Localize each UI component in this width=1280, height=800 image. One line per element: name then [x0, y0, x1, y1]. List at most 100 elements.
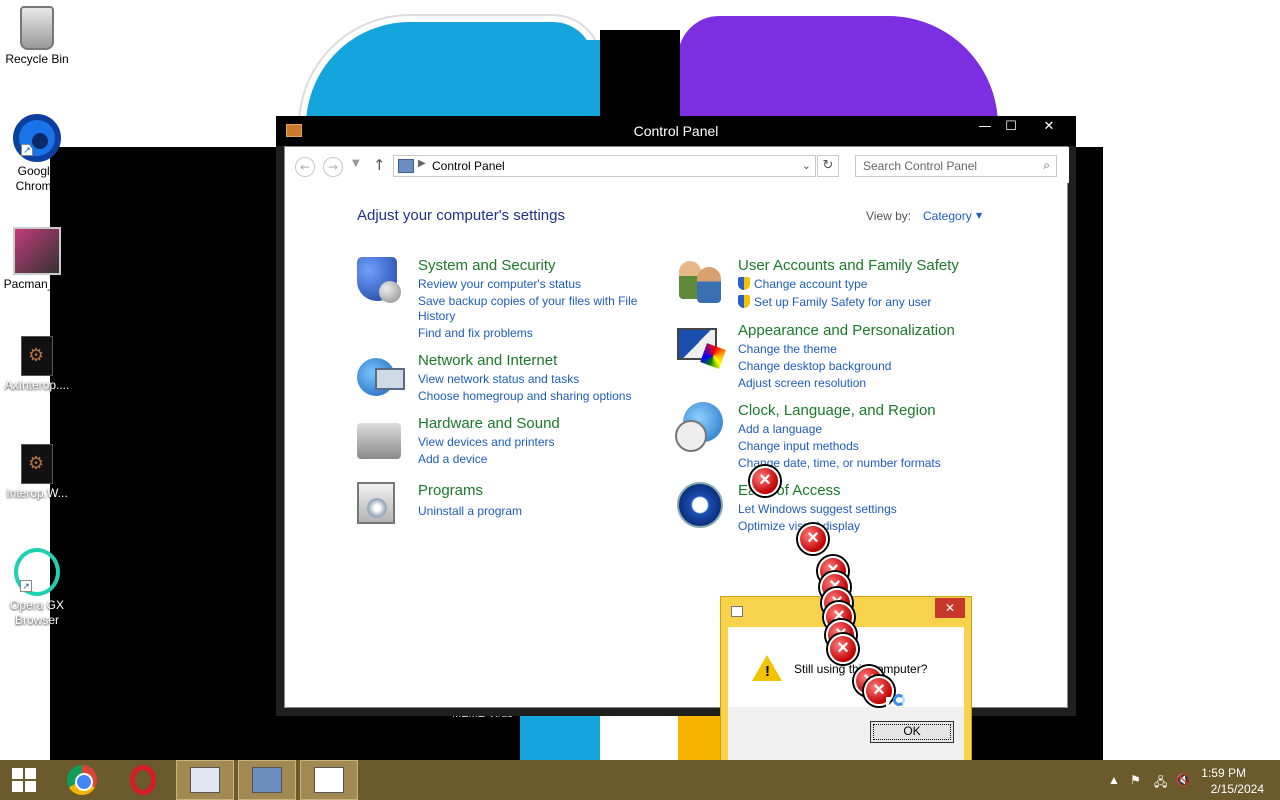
view-by-dropdown[interactable]: Category: [923, 209, 972, 223]
chevron-down-icon[interactable]: ▼: [976, 211, 982, 220]
category-link[interactable]: View devices and printers: [418, 435, 555, 450]
recycle-bin-icon: [20, 6, 54, 50]
category-link[interactable]: Adjust screen resolution: [738, 376, 866, 391]
desktop-icon-label: Recycle Bin: [5, 52, 69, 66]
ease-of-access-icon: [677, 482, 723, 528]
desktop-icon-chrome[interactable]: ↗ Google Chrome: [0, 114, 74, 194]
view-by-label: View by:: [866, 209, 912, 223]
action-center-flag-icon[interactable]: ⚑: [1130, 773, 1141, 787]
dialog-close-button[interactable]: ✕: [935, 598, 965, 618]
category-link[interactable]: Change input methods: [738, 439, 859, 454]
clock-globe-icon: [675, 402, 723, 452]
desktop-icon-recycle-bin[interactable]: Recycle Bin: [0, 6, 74, 67]
category-link[interactable]: Review your computer's status: [418, 277, 581, 292]
category-title[interactable]: System and Security: [418, 257, 556, 274]
printer-icon: [357, 423, 401, 459]
busy-spinner-icon: [893, 694, 905, 706]
category-link[interactable]: Choose homegroup and sharing options: [418, 389, 631, 404]
up-arrow-icon[interactable]: ↑: [373, 156, 386, 174]
category-link[interactable]: Set up Family Safety for any user: [738, 295, 931, 310]
taskbar: ▲ ⚑ 🖧 🔇 1:59 PM 2/15/2024: [0, 760, 1280, 800]
shortcut-arrow-icon: ↗: [20, 580, 32, 592]
window-titlebar[interactable]: Control Panel — ☐ ✕: [276, 116, 1076, 146]
ok-button[interactable]: OK: [870, 721, 954, 743]
search-box[interactable]: ⌕: [855, 155, 1057, 177]
desktop-icon-label: Interop.W...: [6, 486, 68, 500]
desktop-icon-label: Pacman_s...: [3, 277, 71, 291]
maximize-button[interactable]: ☐: [996, 116, 1026, 138]
chevron-down-icon[interactable]: ⌄: [802, 159, 811, 172]
search-input[interactable]: [856, 156, 1034, 176]
error-icon: ×: [828, 634, 858, 664]
programs-icon: [357, 482, 395, 524]
category-link[interactable]: View network status and tasks: [418, 372, 579, 387]
resource-monitor-icon: [190, 767, 220, 793]
show-hidden-icons-icon[interactable]: ▲: [1108, 773, 1120, 787]
category-link[interactable]: Change the theme: [738, 342, 837, 357]
clock-date[interactable]: 2/15/2024: [1211, 782, 1264, 796]
error-icon: ×: [798, 524, 828, 554]
category-link[interactable]: Change desktop background: [738, 359, 891, 374]
wallpaper-shape: [678, 716, 722, 760]
network-icon[interactable]: 🖧: [1154, 773, 1167, 794]
close-button[interactable]: ✕: [1031, 116, 1067, 138]
desktop-icon-opera-gx[interactable]: ↗ Opera GX Browser: [0, 548, 74, 628]
category-link[interactable]: Save backup copies of your files with Fi…: [418, 294, 637, 309]
category-link[interactable]: Find and fix problems: [418, 326, 533, 341]
file-icon: [21, 444, 53, 484]
taskbar-chrome[interactable]: [57, 760, 107, 800]
wallpaper-shape: [520, 716, 600, 760]
taskbar-control-panel[interactable]: [238, 760, 296, 800]
category-link[interactable]: Add a language: [738, 422, 822, 437]
taskbar-dialog[interactable]: [300, 760, 358, 800]
chrome-icon: ↗: [13, 114, 61, 162]
forward-arrow-icon[interactable]: →: [323, 157, 343, 177]
back-arrow-icon[interactable]: ←: [295, 157, 315, 177]
category-link[interactable]: Add a device: [418, 452, 487, 467]
taskbar-opera[interactable]: [118, 760, 168, 800]
category-title[interactable]: Network and Internet: [418, 352, 557, 369]
wallpaper-shape: [300, 16, 600, 126]
desktop-icon-interop[interactable]: Interop.W...: [0, 444, 74, 501]
category-title[interactable]: User Accounts and Family Safety: [738, 257, 959, 274]
uac-shield-icon: [738, 295, 750, 308]
dialog-footer: OK: [728, 707, 964, 761]
category-link[interactable]: History: [418, 309, 455, 324]
wallpaper-shape: [560, 40, 600, 126]
recent-locations-icon[interactable]: ▼: [352, 158, 360, 169]
category-link[interactable]: Change account type: [738, 277, 867, 292]
category-link-label: Change account type: [754, 277, 868, 291]
desktop-icon-axinterop[interactable]: AxInterop....: [0, 336, 74, 393]
taskbar-resource-monitor[interactable]: [176, 760, 234, 800]
appearance-icon: [677, 328, 717, 360]
opera-gx-icon: ↗: [14, 548, 60, 596]
clock-time[interactable]: 1:59 PM: [1201, 766, 1246, 780]
control-panel-icon: [398, 159, 414, 173]
dialog-app-icon: [731, 606, 743, 617]
shortcut-arrow-icon: ↗: [21, 144, 33, 156]
category-title[interactable]: Hardware and Sound: [418, 415, 560, 432]
window-title: Control Panel: [633, 123, 719, 139]
category-title[interactable]: Appearance and Personalization: [738, 322, 955, 339]
search-icon[interactable]: ⌕: [1043, 158, 1050, 173]
desktop-icon-pacman[interactable]: Pacman_s...: [0, 227, 74, 292]
mouse-cursor-icon: [886, 697, 892, 711]
opera-icon: [130, 765, 156, 795]
start-button[interactable]: [0, 760, 50, 800]
warning-icon: !: [765, 663, 770, 680]
volume-muted-icon[interactable]: 🔇: [1176, 773, 1191, 787]
window-icon: [314, 767, 344, 793]
desktop-icon-label: Opera GX Browser: [9, 598, 65, 627]
file-icon: [21, 336, 53, 376]
category-title[interactable]: Clock, Language, and Region: [738, 402, 936, 419]
refresh-button[interactable]: ↻: [817, 155, 839, 177]
category-link[interactable]: Let Windows suggest settings: [738, 502, 897, 517]
address-bar[interactable]: ▶ Control Panel ⌄: [393, 155, 816, 177]
breadcrumb[interactable]: Control Panel: [432, 159, 505, 173]
category-link[interactable]: Uninstall a program: [418, 504, 522, 519]
uac-shield-icon: [738, 277, 750, 290]
chevron-right-icon[interactable]: ▶: [418, 158, 426, 169]
page-title: Adjust your computer's settings: [357, 207, 565, 224]
category-title[interactable]: Programs: [418, 482, 483, 499]
users-icon: [677, 257, 725, 305]
